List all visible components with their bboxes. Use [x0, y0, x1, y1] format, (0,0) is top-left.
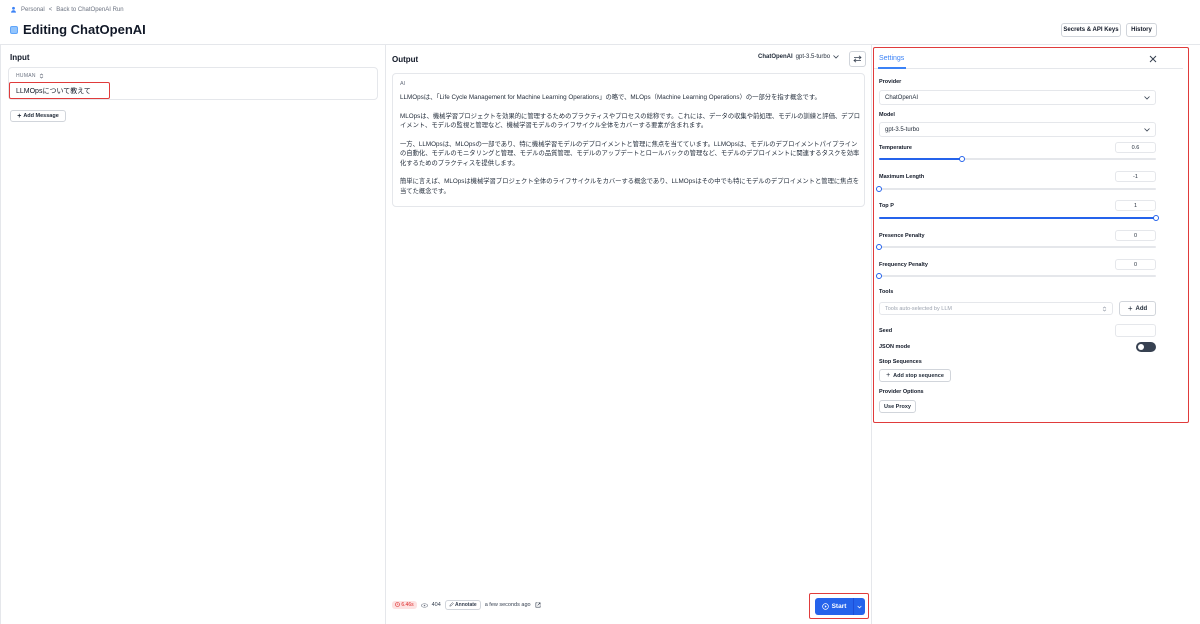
- pencil-icon: [449, 602, 454, 607]
- add-message-button[interactable]: + Add Message: [10, 110, 66, 122]
- ai-response: LLMOpsは、「Life Cycle Management for Machi…: [400, 93, 862, 205]
- add-message-label: Add Message: [23, 113, 59, 119]
- breadcrumb: Personal < Back to ChatOpenAI Run: [10, 5, 124, 14]
- left-border: [0, 44, 1, 624]
- chevron-updown-icon: [39, 73, 44, 79]
- role-selector[interactable]: HUMAN: [16, 73, 44, 79]
- playground-icon: [10, 25, 18, 34]
- breadcrumb-workspace[interactable]: Personal: [21, 7, 45, 13]
- ai-message: AI LLMOpsは、「Life Cycle Management for Ma…: [392, 73, 865, 207]
- highlight-start-button: [809, 593, 869, 619]
- swap-arrows-icon: [853, 55, 862, 63]
- response-paragraph: MLOpsは、機械学習プロジェクトを効果的に管理するためのプラクティスやプロセス…: [400, 112, 861, 130]
- model-label: gpt-3.5-turbo: [795, 54, 831, 60]
- run-stats: 6.46s 404 Annotate a few seconds ago: [392, 600, 541, 610]
- secrets-api-keys-button[interactable]: Secrets & API Keys: [1061, 23, 1121, 37]
- provider-label: ChatOpenAI: [758, 54, 793, 60]
- back-link[interactable]: Back to ChatOpenAI Run: [56, 7, 123, 13]
- plus-icon: +: [17, 112, 22, 120]
- latency-badge: 6.46s: [392, 601, 417, 609]
- clock-icon: [395, 602, 400, 607]
- highlight-human-message: [9, 82, 110, 99]
- breadcrumb-separator: <: [48, 6, 53, 13]
- page-header: Editing ChatOpenAI: [10, 22, 146, 37]
- model-selector[interactable]: ChatOpenAI gpt-3.5-turbo: [758, 54, 839, 60]
- user-icon: [11, 6, 16, 13]
- response-paragraph: 一方、LLMOpsは、MLOpsの一部であり、特に機械学習モデルのデプロイメント…: [400, 140, 860, 167]
- external-link-icon[interactable]: [535, 602, 541, 608]
- token-count: 404: [431, 602, 441, 608]
- chevron-down-icon: [833, 55, 839, 59]
- ai-role-label: AI: [400, 81, 406, 87]
- history-button[interactable]: History: [1126, 23, 1157, 37]
- message-role: HUMAN: [16, 73, 36, 79]
- token-icon: [420, 602, 428, 608]
- output-title: Output: [392, 55, 419, 64]
- page-title: Editing ChatOpenAI: [23, 22, 146, 37]
- header-divider: [0, 44, 1200, 45]
- input-title: Input: [10, 53, 30, 62]
- annotate-button[interactable]: Annotate: [444, 600, 481, 610]
- swap-button[interactable]: [849, 51, 866, 67]
- latency-value: 6.46s: [401, 602, 414, 608]
- response-paragraph: LLMOpsは、「Life Cycle Management for Machi…: [400, 94, 821, 101]
- highlight-settings-panel: [873, 47, 1189, 423]
- output-settings-divider: [871, 44, 872, 624]
- response-paragraph: 簡単に言えば、MLOpsは機械学習プロジェクト全体のライフサイクルをカバーする概…: [400, 178, 860, 195]
- input-output-divider: [385, 44, 386, 624]
- annotate-label: Annotate: [455, 602, 477, 608]
- run-timestamp: a few seconds ago: [484, 602, 531, 608]
